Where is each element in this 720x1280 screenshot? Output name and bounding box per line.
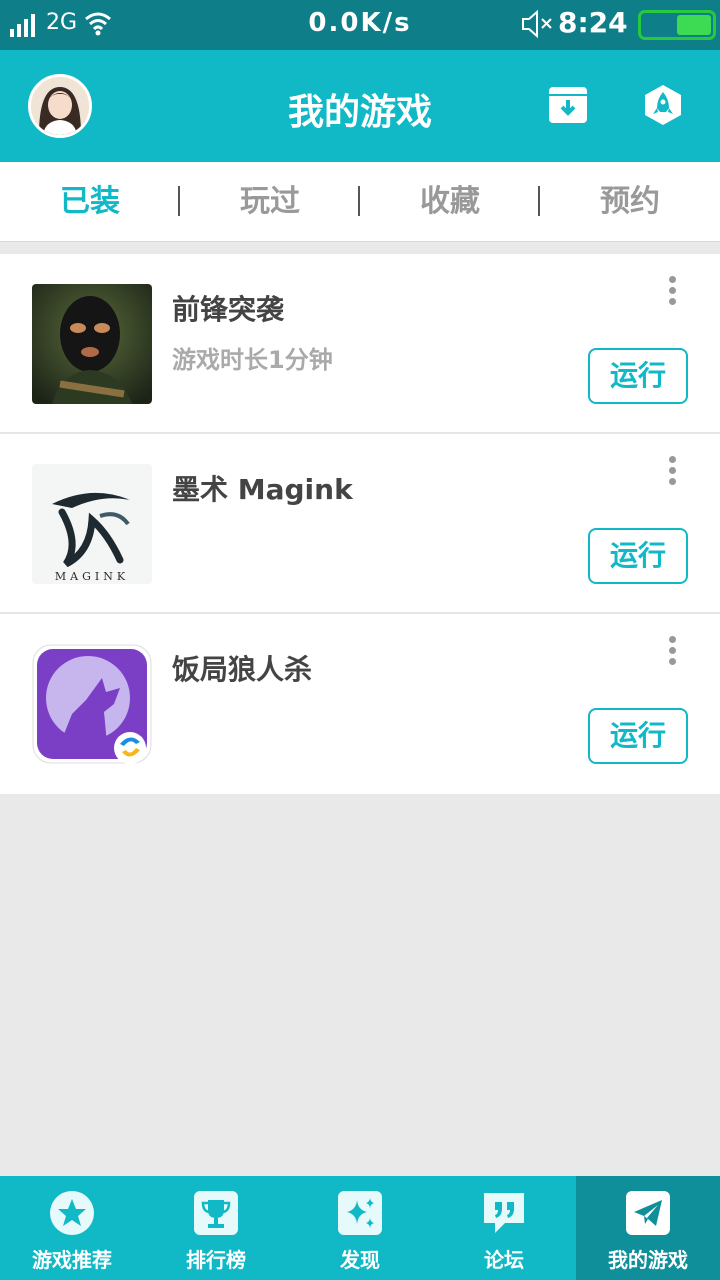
tab-bar: 已装 玩过 收藏 预约 [0, 162, 720, 242]
run-button[interactable]: 运行 [588, 528, 688, 584]
star-icon [50, 1191, 94, 1235]
game-list: 前锋突袭 游戏时长1分钟 运行 MAGINK 墨术 Magink 运行 饭局狼人… [0, 254, 720, 794]
tab-reserved[interactable]: 预约 [540, 162, 720, 242]
game-playtime: 游戏时长1分钟 [172, 346, 333, 374]
status-bar: 2G 0.0K/s 8:24 [0, 0, 720, 50]
masked-soldier-icon[interactable] [32, 284, 152, 404]
page-title: 我的游戏 [287, 92, 432, 133]
nav-label: 我的游戏 [608, 1248, 688, 1272]
tab-favorites[interactable]: 收藏 [360, 162, 540, 242]
download-manager-button[interactable] [548, 86, 588, 128]
nav-label: 游戏推荐 [32, 1248, 112, 1272]
quote-icon [484, 1193, 524, 1233]
run-button[interactable]: 运行 [588, 348, 688, 404]
magink-ink-icon[interactable]: MAGINK [32, 464, 152, 584]
sparkle-icon [338, 1191, 382, 1235]
werewolf-icon[interactable] [32, 644, 152, 764]
game-name: 前锋突袭 [172, 293, 285, 326]
app-header: 我的游戏 [0, 50, 720, 162]
nav-label: 排行榜 [186, 1248, 246, 1272]
clock: 8:24 [558, 6, 628, 39]
nav-forum[interactable]: 论坛 [432, 1176, 576, 1280]
mute-icon [520, 9, 554, 43]
nav-label: 论坛 [484, 1248, 524, 1272]
game-name: 饭局狼人杀 [172, 653, 313, 686]
run-button[interactable]: 运行 [588, 708, 688, 764]
more-options-icon[interactable] [660, 274, 684, 310]
tab-installed[interactable]: 已装 [0, 162, 180, 242]
rocket-icon [645, 85, 681, 125]
trophy-icon [194, 1191, 238, 1235]
paper-plane-icon [626, 1191, 670, 1235]
nav-discover[interactable]: 发现 [288, 1176, 432, 1280]
nav-my-games[interactable]: 我的游戏 [576, 1176, 720, 1280]
list-item[interactable]: 饭局狼人杀 运行 [0, 614, 720, 794]
download-icon [549, 87, 587, 123]
list-item[interactable]: 前锋突袭 游戏时长1分钟 运行 [0, 254, 720, 434]
tab-played[interactable]: 玩过 [180, 162, 360, 242]
more-options-icon[interactable] [660, 454, 684, 490]
nav-leaderboard[interactable]: 排行榜 [144, 1176, 288, 1280]
nav-label: 发现 [340, 1248, 380, 1272]
battery-icon [638, 10, 716, 40]
svg-text:MAGINK: MAGINK [55, 570, 129, 583]
more-options-icon[interactable] [660, 634, 684, 670]
speedup-button[interactable] [643, 84, 683, 130]
bottom-nav: 游戏推荐 排行榜 发现 论坛 我的游戏 [0, 1176, 720, 1280]
nav-game-recommend[interactable]: 游戏推荐 [0, 1176, 144, 1280]
game-name: 墨术 Magink [172, 473, 353, 506]
list-item[interactable]: MAGINK 墨术 Magink 运行 [0, 434, 720, 614]
